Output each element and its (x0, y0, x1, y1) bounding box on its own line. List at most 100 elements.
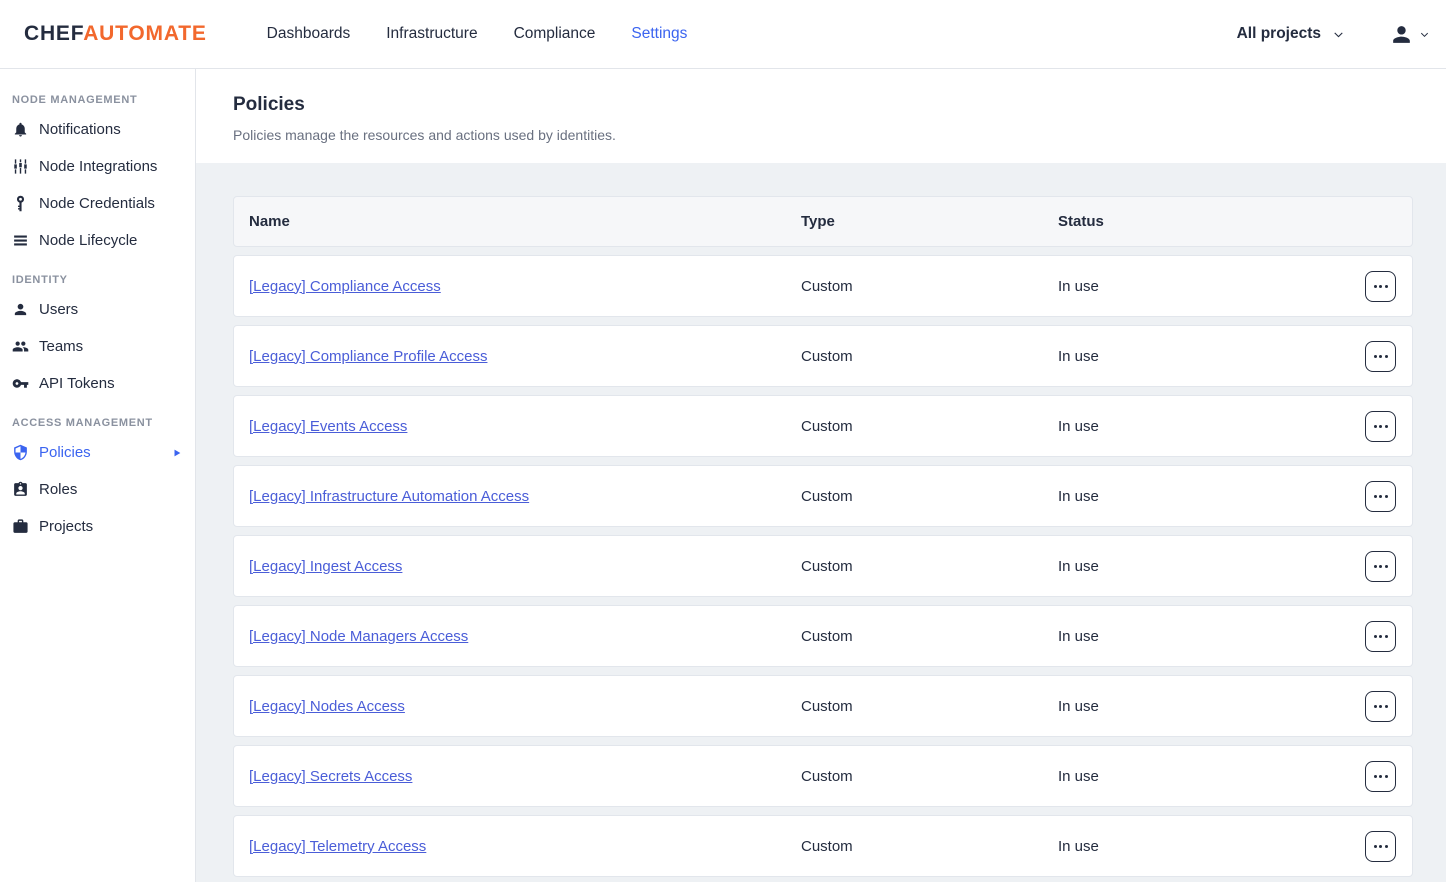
policy-link[interactable]: [Legacy] Node Managers Access (249, 628, 468, 645)
sidebar-item-label: Node Credentials (39, 195, 155, 212)
policy-link[interactable]: [Legacy] Telemetry Access (249, 838, 426, 855)
sliders-icon (12, 158, 29, 175)
policy-type: Custom (801, 558, 1058, 575)
row-menu-button[interactable] (1365, 691, 1396, 722)
list-icon (12, 232, 29, 249)
column-header-type: Type (801, 213, 1058, 230)
projects-filter-label: All projects (1237, 25, 1321, 43)
nav-item-settings[interactable]: Settings (631, 25, 687, 43)
sidebar-item-label: Node Lifecycle (39, 232, 137, 249)
sidebar-item-roles[interactable]: Roles (0, 471, 195, 508)
ellipsis-icon (1374, 355, 1377, 358)
policy-status: In use (1058, 418, 1348, 435)
policy-status: In use (1058, 838, 1348, 855)
table-row: [Legacy] Compliance Profile Access Custo… (233, 325, 1413, 387)
row-menu-button[interactable] (1365, 831, 1396, 862)
sidebar-item-notifications[interactable]: Notifications (0, 111, 195, 148)
row-menu-button[interactable] (1365, 481, 1396, 512)
ellipsis-icon (1374, 845, 1377, 848)
page-subtitle: Policies manage the resources and action… (233, 127, 1446, 143)
person-icon (12, 301, 29, 318)
sidebar-item-node-integrations[interactable]: Node Integrations (0, 148, 195, 185)
policy-status: In use (1058, 348, 1348, 365)
sidebar-item-label: Policies (39, 444, 91, 461)
nav-item-compliance[interactable]: Compliance (514, 25, 596, 43)
table-header-row: Name Type Status (233, 196, 1413, 247)
table-row: [Legacy] Infrastructure Automation Acces… (233, 465, 1413, 527)
projects-filter-dropdown[interactable]: All projects (1237, 25, 1345, 43)
bell-icon (12, 121, 29, 138)
ellipsis-icon (1374, 425, 1377, 428)
policy-link[interactable]: [Legacy] Secrets Access (249, 768, 412, 785)
table-row: [Legacy] Telemetry Access Custom In use (233, 815, 1413, 877)
sidebar-item-label: Notifications (39, 121, 121, 138)
policy-link[interactable]: [Legacy] Nodes Access (249, 698, 405, 715)
table-row: [Legacy] Compliance Access Custom In use (233, 255, 1413, 317)
row-menu-button[interactable] (1365, 761, 1396, 792)
table-row: [Legacy] Node Managers Access Custom In … (233, 605, 1413, 667)
policy-link[interactable]: [Legacy] Infrastructure Automation Acces… (249, 488, 529, 505)
sidebar-item-label: Teams (39, 338, 83, 355)
policy-link[interactable]: [Legacy] Compliance Profile Access (249, 348, 487, 365)
sidebar-section-access-management: ACCESS MANAGEMENT (0, 402, 195, 434)
logo-automate-text: AUTOMATE (83, 22, 206, 45)
topnav-right: All projects (1237, 22, 1446, 47)
row-menu-button[interactable] (1365, 551, 1396, 582)
row-menu-button[interactable] (1365, 411, 1396, 442)
person-icon (1389, 22, 1414, 47)
sidebar-item-node-lifecycle[interactable]: Node Lifecycle (0, 222, 195, 259)
ellipsis-icon (1374, 705, 1377, 708)
policy-status: In use (1058, 488, 1348, 505)
policy-type: Custom (801, 698, 1058, 715)
primary-nav: Dashboards Infrastructure Compliance Set… (267, 25, 688, 43)
play-arrow-icon (172, 448, 182, 458)
row-menu-button[interactable] (1365, 341, 1396, 372)
badge-icon (12, 481, 29, 498)
app-body: NODE MANAGEMENT Notifications Node Integ… (0, 69, 1446, 882)
sidebar-item-label: Roles (39, 481, 77, 498)
sidebar-item-policies[interactable]: Policies (0, 434, 195, 471)
policy-type: Custom (801, 348, 1058, 365)
policy-status: In use (1058, 558, 1348, 575)
policy-link[interactable]: [Legacy] Compliance Access (249, 278, 441, 295)
policy-type: Custom (801, 418, 1058, 435)
ellipsis-icon (1374, 285, 1377, 288)
sidebar-item-label: API Tokens (39, 375, 115, 392)
main-content: Policies Policies manage the resources a… (196, 69, 1446, 882)
sidebar-section-node-management: NODE MANAGEMENT (0, 79, 195, 111)
policy-status: In use (1058, 278, 1348, 295)
policy-type: Custom (801, 488, 1058, 505)
chevron-down-icon (1419, 29, 1430, 40)
sidebar-item-label: Node Integrations (39, 158, 157, 175)
policy-status: In use (1058, 698, 1348, 715)
ellipsis-icon (1374, 495, 1377, 498)
sidebar-section-identity: IDENTITY (0, 259, 195, 291)
key-vertical-icon (12, 195, 29, 212)
people-icon (12, 338, 29, 355)
table-row: [Legacy] Nodes Access Custom In use (233, 675, 1413, 737)
table-row: [Legacy] Secrets Access Custom In use (233, 745, 1413, 807)
settings-sidebar: NODE MANAGEMENT Notifications Node Integ… (0, 69, 196, 882)
table-row: [Legacy] Ingest Access Custom In use (233, 535, 1413, 597)
column-header-status: Status (1058, 213, 1348, 230)
ellipsis-icon (1374, 635, 1377, 638)
nav-item-dashboards[interactable]: Dashboards (267, 25, 351, 43)
row-menu-button[interactable] (1365, 621, 1396, 652)
policy-link[interactable]: [Legacy] Events Access (249, 418, 407, 435)
sidebar-item-users[interactable]: Users (0, 291, 195, 328)
policies-table-area: Name Type Status [Legacy] Compliance Acc… (196, 163, 1446, 882)
nav-item-infrastructure[interactable]: Infrastructure (386, 25, 477, 43)
key-icon (12, 375, 29, 392)
sidebar-item-api-tokens[interactable]: API Tokens (0, 365, 195, 402)
sidebar-item-label: Projects (39, 518, 93, 535)
sidebar-item-node-credentials[interactable]: Node Credentials (0, 185, 195, 222)
user-menu-button[interactable] (1389, 22, 1430, 47)
chef-automate-logo[interactable]: CHEFAUTOMATE (24, 22, 207, 46)
ellipsis-icon (1374, 775, 1377, 778)
sidebar-item-projects[interactable]: Projects (0, 508, 195, 545)
row-menu-button[interactable] (1365, 271, 1396, 302)
top-navigation-bar: CHEFAUTOMATE Dashboards Infrastructure C… (0, 0, 1446, 69)
sidebar-item-teams[interactable]: Teams (0, 328, 195, 365)
page-header: Policies Policies manage the resources a… (196, 69, 1446, 163)
policy-link[interactable]: [Legacy] Ingest Access (249, 558, 402, 575)
